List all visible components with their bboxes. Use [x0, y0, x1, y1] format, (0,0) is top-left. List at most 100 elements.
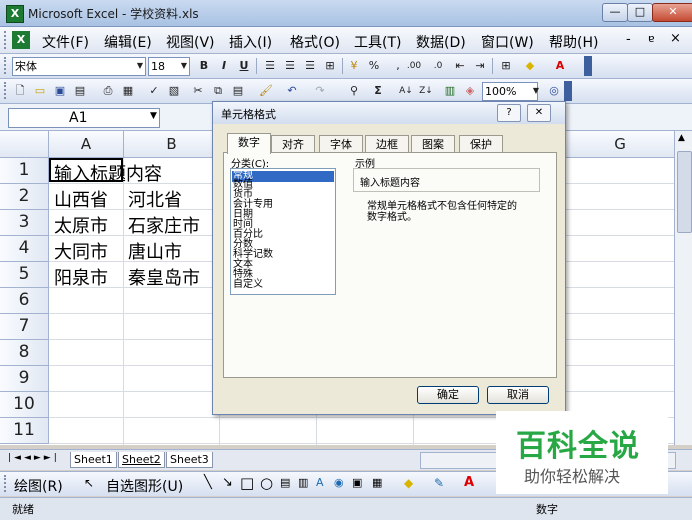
decrease-decimal-icon[interactable]: .0	[428, 58, 448, 74]
cell-a2[interactable]: 山西省	[54, 186, 108, 212]
menu-edit[interactable]: 编辑(E)	[104, 32, 152, 52]
maximize-button[interactable]: □	[627, 3, 653, 22]
doc-minimize-button[interactable]: -	[626, 32, 631, 47]
tab-font[interactable]: 字体	[319, 135, 363, 153]
menu-data[interactable]: 数据(D)	[416, 32, 466, 52]
print-icon[interactable]: ⎙	[100, 83, 116, 99]
select-objects-icon[interactable]: ↖	[84, 476, 94, 490]
increase-indent-icon[interactable]: ⇥	[472, 58, 488, 74]
fill-color-icon[interactable]: ◆	[404, 476, 413, 490]
cell-b4[interactable]: 唐山市	[128, 238, 182, 264]
help-icon[interactable]: ◎	[546, 83, 562, 99]
cell-b3[interactable]: 石家庄市	[128, 212, 200, 238]
chevron-down-icon[interactable]: ▼	[528, 83, 544, 99]
menubar-grip[interactable]	[4, 31, 9, 49]
vertical-scrollbar[interactable]: ▲	[674, 131, 692, 445]
menu-view[interactable]: 视图(V)	[166, 32, 215, 52]
category-item[interactable]: 自定义	[233, 279, 263, 291]
new-file-icon[interactable]: 🗋	[12, 83, 28, 99]
row-header[interactable]: 3	[0, 210, 49, 236]
doc-restore-button[interactable]: ɐ	[648, 32, 655, 45]
clipart-icon[interactable]: ▣	[352, 476, 362, 489]
sort-ascending-icon[interactable]: A↓	[398, 83, 414, 99]
align-right-icon[interactable]: ☰	[302, 58, 318, 74]
sheet-tab-1[interactable]: Sheet1	[70, 452, 117, 468]
menu-format[interactable]: 格式(O)	[290, 32, 340, 52]
sheet-tab-2[interactable]: Sheet2	[118, 452, 165, 468]
percent-button[interactable]: %	[366, 58, 382, 74]
line-icon[interactable]: ╲	[204, 475, 212, 490]
picture-icon[interactable]: ▦	[372, 476, 382, 489]
tab-border[interactable]: 边框	[365, 135, 409, 153]
dialog-help-button[interactable]: ?	[497, 104, 521, 122]
diagram-icon[interactable]: ◉	[334, 476, 344, 489]
row-header[interactable]: 6	[0, 288, 49, 314]
textbox-icon[interactable]: ▤	[280, 476, 290, 489]
row-header[interactable]: 9	[0, 366, 49, 392]
arrow-icon[interactable]: ↘	[222, 475, 233, 490]
fill-color-icon[interactable]: ◆	[522, 58, 538, 74]
scroll-up-icon[interactable]: ▲	[678, 133, 685, 143]
cell-a3[interactable]: 太原市	[54, 212, 108, 238]
sheet-tab-3[interactable]: Sheet3	[166, 452, 213, 468]
chart-wizard-icon[interactable]: ▥	[442, 83, 458, 99]
font-color-icon[interactable]: A	[552, 58, 568, 74]
menu-insert[interactable]: 插入(I)	[229, 32, 272, 52]
row-header[interactable]: 10	[0, 392, 49, 418]
permission-icon[interactable]: ▤	[72, 83, 88, 99]
row-header[interactable]: 8	[0, 340, 49, 366]
close-button[interactable]: ✕	[652, 3, 692, 22]
line-color-icon[interactable]: ✎	[434, 476, 444, 490]
excel-doc-icon[interactable]: X	[12, 31, 30, 49]
toolbar-grip[interactable]	[4, 82, 9, 99]
row-header[interactable]: 4	[0, 236, 49, 262]
menu-file[interactable]: 文件(F)	[42, 32, 89, 52]
row-header[interactable]: 11	[0, 418, 49, 444]
toolbar-options-icon[interactable]	[564, 81, 572, 101]
tab-scroll-arrows-icon[interactable]: |◄◄►►|	[8, 453, 60, 463]
font-color-icon[interactable]: A	[464, 475, 474, 490]
cell-b2[interactable]: 河北省	[128, 186, 182, 212]
dialog-titlebar[interactable]: 单元格格式 ? ✕	[213, 102, 565, 124]
row-header[interactable]: 1	[0, 158, 49, 184]
toolbar-grip[interactable]	[4, 57, 9, 74]
rectangle-icon[interactable]: □	[240, 474, 254, 492]
open-folder-icon[interactable]: ▭	[32, 83, 48, 99]
cell-a5[interactable]: 阳泉市	[54, 264, 108, 290]
borders-icon[interactable]: ⊞	[498, 58, 514, 74]
vertical-textbox-icon[interactable]: ▥	[298, 476, 308, 489]
select-all-corner[interactable]	[0, 131, 49, 158]
scroll-thumb[interactable]	[677, 151, 692, 233]
cell-a1[interactable]: 输入标题内容	[54, 160, 162, 186]
align-left-icon[interactable]: ☰	[262, 58, 278, 74]
row-header[interactable]: 2	[0, 184, 49, 210]
tab-number[interactable]: 数字	[227, 133, 271, 154]
menu-help[interactable]: 帮助(H)	[549, 32, 598, 52]
underline-button[interactable]: U	[236, 58, 252, 74]
redo-icon[interactable]: ↷	[312, 83, 328, 99]
column-header[interactable]: G	[566, 131, 675, 158]
row-header[interactable]: 7	[0, 314, 49, 340]
oval-icon[interactable]: ○	[260, 474, 273, 492]
autosum-button[interactable]: Σ	[370, 83, 386, 99]
ok-button[interactable]: 确定	[417, 386, 479, 404]
print-preview-icon[interactable]: ▦	[120, 83, 136, 99]
hyperlink-icon[interactable]: ⚲	[346, 83, 362, 99]
name-box[interactable]: A1	[8, 108, 160, 128]
toolbar-grip[interactable]	[4, 475, 9, 492]
italic-button[interactable]: I	[216, 58, 232, 74]
menu-tools[interactable]: 工具(T)	[354, 32, 401, 52]
minimize-button[interactable]: —	[602, 3, 628, 22]
tab-protection[interactable]: 保护	[459, 135, 503, 153]
copy-icon[interactable]: ⧉	[210, 83, 226, 99]
chevron-down-icon[interactable]: ▼	[176, 58, 192, 74]
column-header[interactable]: B	[124, 131, 220, 158]
research-icon[interactable]: ▧	[166, 83, 182, 99]
decrease-indent-icon[interactable]: ⇤	[452, 58, 468, 74]
wordart-icon[interactable]: A	[316, 476, 324, 489]
sort-descending-icon[interactable]: Z↓	[418, 83, 434, 99]
category-listbox[interactable]: 常规 数值 货币 会计专用 日期 时间 百分比 分数 科学记数 文本 特殊 自定…	[230, 168, 336, 295]
toolbar-options-icon[interactable]	[584, 56, 592, 76]
bold-button[interactable]: B	[196, 58, 212, 74]
cell-b5[interactable]: 秦皇岛市	[128, 264, 200, 290]
